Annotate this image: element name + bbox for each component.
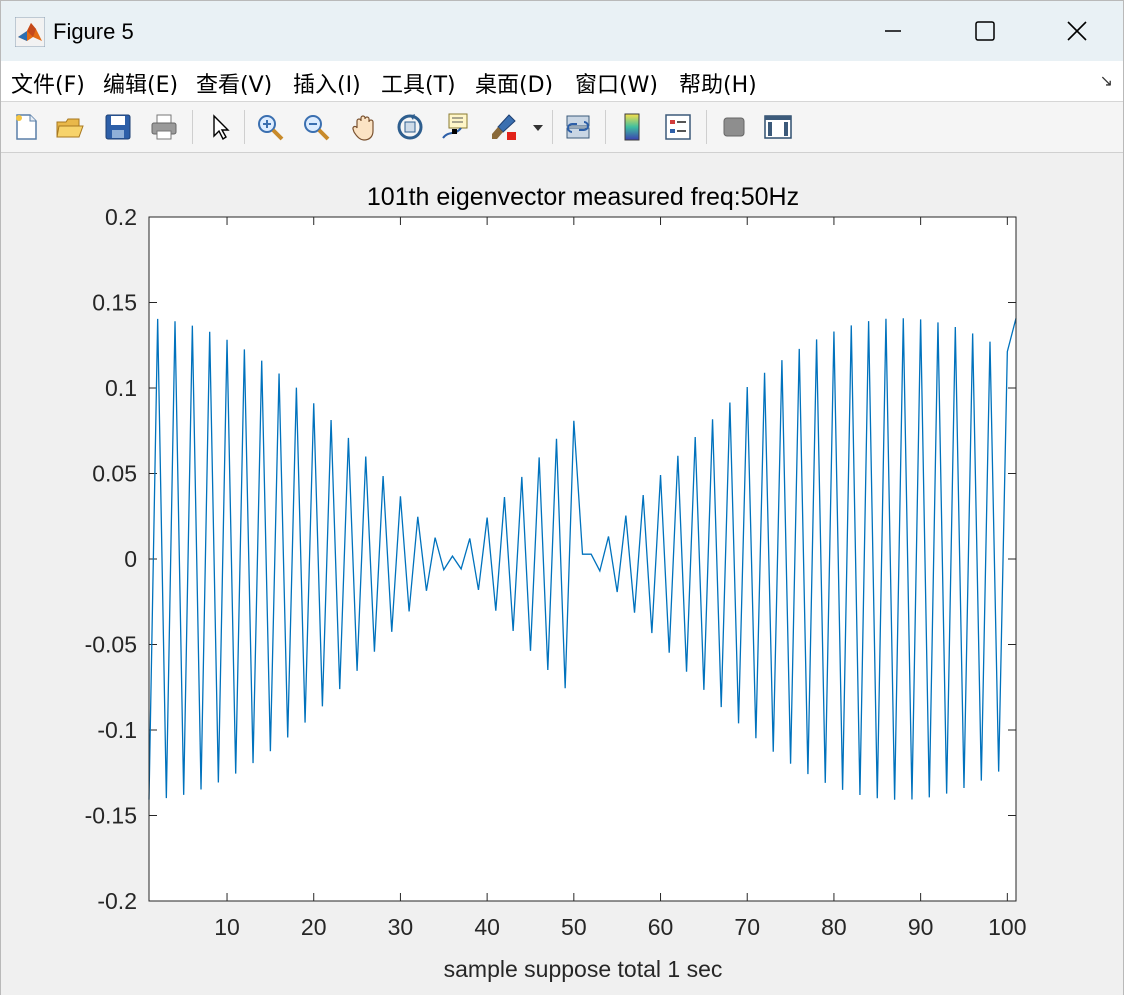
close-icon: [1067, 21, 1087, 41]
y-tick-label: -0.1: [97, 717, 137, 743]
toolbar-separator: [552, 110, 553, 144]
edit-plot-arrow-icon[interactable]: [203, 109, 237, 145]
menu-edit[interactable]: 编辑(E): [103, 67, 178, 99]
x-tick-label: 100: [988, 914, 1026, 940]
title-bar[interactable]: Figure 5: [1, 1, 1123, 61]
y-tick-label: -0.2: [97, 888, 137, 914]
menu-file[interactable]: 文件(F): [11, 67, 85, 99]
figure-window: Figure 5 文件(F) 编辑(E) 查看(V) 插入(I) 工具(T) 桌…: [0, 0, 1124, 995]
show-plot-tools-icon[interactable]: [761, 109, 795, 145]
pan-icon[interactable]: [347, 109, 381, 145]
minimize-button[interactable]: [847, 1, 939, 61]
x-tick-label: 30: [388, 914, 414, 940]
rotate-3d-icon[interactable]: [393, 109, 427, 145]
menu-dock-arrow-icon[interactable]: ↘: [1100, 71, 1113, 91]
menu-insert[interactable]: 插入(I): [293, 67, 361, 99]
new-figure-icon[interactable]: [9, 109, 43, 145]
colorbar-icon[interactable]: [615, 109, 649, 145]
menu-help[interactable]: 帮助(H): [679, 67, 757, 99]
plot-svg: 101th eigenvector measured freq:50Hz 10 2…: [85, 183, 1027, 982]
toolbar-separator: [192, 110, 193, 144]
minimize-icon: [885, 30, 901, 32]
x-tick-label: 90: [908, 914, 934, 940]
zoom-out-icon[interactable]: [299, 109, 333, 145]
matlab-icon: [14, 16, 46, 48]
toolbar-separator: [605, 110, 606, 144]
x-tick-label: 10: [214, 914, 240, 940]
menu-tools[interactable]: 工具(T): [381, 67, 456, 99]
brush-dropdown-arrow-icon[interactable]: [527, 109, 549, 145]
x-axis-label: sample suppose total 1 sec: [444, 956, 723, 982]
y-tick-label: 0: [124, 546, 137, 572]
x-tick-label: 70: [734, 914, 760, 940]
legend-icon[interactable]: [661, 109, 695, 145]
x-tick-label: 20: [301, 914, 327, 940]
menu-bar: 文件(F) 编辑(E) 查看(V) 插入(I) 工具(T) 桌面(D) 窗口(W…: [1, 61, 1123, 102]
y-tick-label: 0.15: [92, 290, 137, 316]
y-tick-label: -0.05: [85, 632, 137, 658]
close-button[interactable]: [1031, 1, 1123, 61]
x-tick-label: 50: [561, 914, 587, 940]
toolbar-separator: [244, 110, 245, 144]
figure-canvas: 101th eigenvector measured freq:50Hz 10 2…: [1, 153, 1123, 995]
toolbar-separator: [706, 110, 707, 144]
menu-desktop[interactable]: 桌面(D): [475, 67, 553, 99]
x-tick-label: 80: [821, 914, 847, 940]
y-tick-label: 0.2: [105, 204, 137, 230]
data-cursor-icon[interactable]: [439, 109, 473, 145]
y-tick-label: 0.05: [92, 461, 137, 487]
link-plot-icon[interactable]: [561, 109, 595, 145]
toolbar: [1, 102, 1123, 153]
zoom-in-icon[interactable]: [253, 109, 287, 145]
y-tick-label: -0.15: [85, 803, 137, 829]
x-tick-label: 60: [648, 914, 674, 940]
maximize-button[interactable]: [939, 1, 1031, 61]
hide-plot-tools-icon[interactable]: [717, 109, 751, 145]
brush-icon[interactable]: [487, 109, 521, 145]
window-title: Figure 5: [53, 19, 134, 44]
open-file-icon[interactable]: [53, 109, 87, 145]
print-icon[interactable]: [147, 109, 181, 145]
save-icon[interactable]: [101, 109, 135, 145]
menu-view[interactable]: 查看(V): [196, 67, 272, 99]
maximize-icon: [975, 21, 995, 41]
menu-window[interactable]: 窗口(W): [575, 67, 658, 99]
y-tick-label: 0.1: [105, 375, 137, 401]
chart-title: 101th eigenvector measured freq:50Hz: [367, 183, 799, 211]
x-tick-label: 40: [474, 914, 500, 940]
